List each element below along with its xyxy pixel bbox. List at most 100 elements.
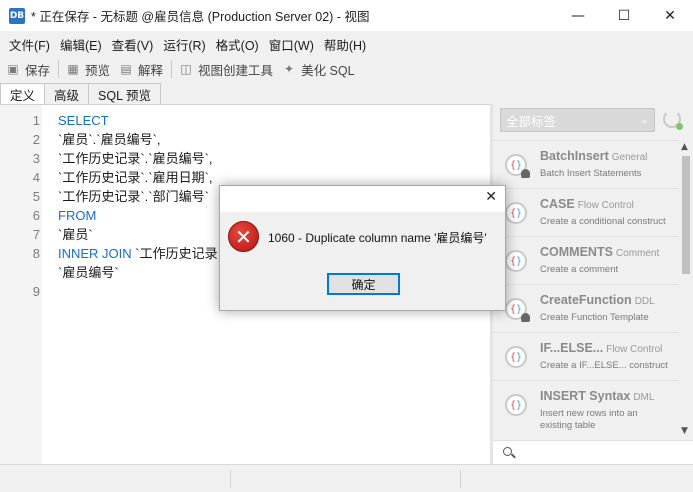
code-line: `工作历史记录`.`雇员编号`, — [58, 149, 218, 168]
scroll-thumb[interactable] — [682, 156, 690, 274]
title-bar: DB * 正在保存 - 无标题 @雇员信息 (Production Server… — [0, 0, 693, 31]
line-number-gutter: 1 2 3 4 5 6 7 8 9 — [0, 105, 42, 464]
ok-button[interactable]: 确定 — [327, 273, 400, 295]
code-text: `工作历史记录`.`雇用日期`, — [58, 170, 213, 185]
snippet-item[interactable]: {} IF...ELSE... Flow Control Create a IF.… — [493, 332, 679, 380]
code-text: `雇员`.`雇员编号`, — [58, 132, 161, 147]
magic-wand-icon: ✦ — [284, 62, 295, 76]
sql-keyword: FROM — [58, 208, 97, 223]
code-text: `工作历史记录`.`雇员编号`, — [58, 151, 213, 166]
menu-window[interactable]: 窗口(W) — [264, 35, 319, 54]
line-number — [0, 263, 40, 282]
save-icon: ▣ — [7, 62, 19, 76]
snippet-description: Create Function Template — [540, 312, 649, 323]
snippet-item[interactable]: {} COMMENTS Comment Create a comment — [493, 236, 679, 284]
code-line: FROM — [58, 206, 218, 225]
tag-filter-value: 全部标签 — [506, 114, 557, 129]
snippet-item[interactable]: {} CASE Flow Control Create a conditional… — [493, 188, 679, 236]
code-lines: SELECT `雇员`.`雇员编号`, `工作历史记录`.`雇员编号`, `工作… — [58, 111, 218, 301]
line-number: 1 — [32, 113, 40, 128]
maximize-button[interactable]: ☐ — [601, 0, 647, 31]
explain-button[interactable]: ▤ 解释 — [118, 60, 163, 79]
snippet-name: INSERT Syntax — [540, 389, 631, 403]
close-window-button[interactable]: ✕ — [647, 0, 693, 31]
save-label: 保存 — [25, 63, 51, 78]
save-button[interactable]: ▣ 保存 — [5, 60, 50, 79]
view-builder-label: 视图创建工具 — [198, 63, 274, 78]
close-icon[interactable]: ✕ — [485, 189, 497, 205]
snippet-description: Insert new rows into an existing table — [540, 408, 638, 431]
error-dialog: ✕ ✕ 1060 - Duplicate column name '雇员编号' … — [219, 185, 506, 311]
snippet-icon: {} — [505, 394, 527, 416]
explain-label: 解释 — [138, 63, 164, 78]
code-line: `雇员`.`雇员编号`, — [58, 130, 218, 149]
snippet-icon: {} — [505, 202, 527, 224]
snippet-icon: {} — [505, 346, 527, 368]
toolbar-divider — [58, 60, 60, 78]
dialog-title-bar: ✕ — [220, 186, 505, 212]
snippet-description: Create a comment — [540, 264, 619, 275]
snippet-category: General — [611, 152, 648, 163]
snippet-search-input[interactable] — [493, 440, 693, 464]
snippet-category: Comment — [615, 248, 660, 259]
snippet-name: CreateFunction — [540, 293, 632, 307]
preview-label: 预览 — [85, 63, 111, 78]
code-line: `雇员编号` — [58, 263, 218, 282]
code-text: `雇员编号` — [58, 265, 119, 280]
snippet-title: CreateFunction DDL — [540, 293, 655, 307]
tab-advanced[interactable]: 高级 — [44, 83, 90, 104]
snippet-name: CASE — [540, 197, 575, 211]
line-number: 6 — [32, 208, 40, 223]
menu-file[interactable]: 文件(F) — [4, 35, 55, 54]
snippet-category: Flow Control — [606, 344, 663, 355]
snippet-list: {} BatchInsert General Batch Insert State… — [493, 140, 679, 438]
code-line: INNER JOIN `工作历史记录 — [58, 244, 218, 263]
line-number: 9 — [32, 284, 40, 299]
scroll-down-icon[interactable]: ▼ — [681, 426, 688, 436]
snippet-category: DML — [633, 392, 655, 403]
menu-view[interactable]: 查看(V) — [107, 35, 159, 54]
snippet-description: Create a IF...ELSE... construct — [540, 360, 668, 371]
snippet-item[interactable]: {} BatchInsert General Batch Insert State… — [493, 140, 679, 188]
snippet-item[interactable]: {} CreateFunction DDL Create Function Tem… — [493, 284, 679, 332]
snippet-item[interactable]: {} INSERT Syntax DML Insert new rows into… — [493, 380, 679, 438]
error-icon: ✕ — [228, 221, 259, 252]
menu-format[interactable]: 格式(O) — [211, 35, 264, 54]
status-bar — [0, 464, 693, 492]
tab-sql-preview[interactable]: SQL 预览 — [88, 83, 162, 104]
snippet-panel: 全部标签 ⌄ {} BatchInsert General Batch Inser… — [493, 104, 693, 464]
menu-bar: 文件(F) 编辑(E) 查看(V) 运行(R) 格式(O) 窗口(W) 帮助(H… — [0, 33, 371, 55]
snippet-scrollbar[interactable]: ▲ ▼ — [679, 140, 693, 438]
menu-edit[interactable]: 编辑(E) — [55, 35, 107, 54]
line-number: 7 — [32, 227, 40, 242]
app-icon: DB — [9, 7, 25, 24]
snippet-title: COMMENTS Comment — [540, 245, 659, 259]
line-number: 3 — [32, 151, 40, 166]
beautify-sql-button[interactable]: ✦ 美化 SQL — [281, 60, 355, 79]
code-line: `雇员` — [58, 225, 218, 244]
tag-filter-select[interactable]: 全部标签 ⌄ — [500, 108, 655, 132]
status-divider — [230, 470, 231, 488]
scroll-up-icon[interactable]: ▲ — [681, 142, 688, 152]
sql-keyword: INNER JOIN — [58, 246, 132, 261]
editor-tabs: 定义 高级 SQL 预览 — [0, 83, 162, 104]
new-snippet-icon[interactable] — [663, 110, 683, 130]
tab-definition[interactable]: 定义 — [0, 83, 46, 104]
line-number: 2 — [32, 132, 40, 147]
view-builder-icon: ◫ — [180, 62, 192, 76]
minimize-button[interactable]: — — [555, 0, 601, 31]
code-line: SELECT — [58, 111, 218, 130]
toolbar: ▣ 保存 ▦ 预览 ▤ 解释 ◫ 视图创建工具 ✦ 美化 SQL — [0, 57, 693, 81]
beautify-sql-label: 美化 SQL — [301, 63, 355, 78]
snippet-title: IF...ELSE... Flow Control — [540, 341, 662, 355]
view-builder-button[interactable]: ◫ 视图创建工具 — [178, 60, 273, 79]
window-title: * 正在保存 - 无标题 @雇员信息 (Production Server 02… — [31, 10, 370, 24]
preview-button[interactable]: ▦ 预览 — [65, 60, 110, 79]
menu-help[interactable]: 帮助(H) — [319, 35, 371, 54]
snippet-title: CASE Flow Control — [540, 197, 634, 211]
menu-run[interactable]: 运行(R) — [158, 35, 210, 54]
code-text: `工作历史记录 — [131, 246, 218, 261]
line-number: 5 — [32, 189, 40, 204]
snippet-category: DDL — [634, 296, 655, 307]
snippet-name: IF...ELSE... — [540, 341, 604, 355]
